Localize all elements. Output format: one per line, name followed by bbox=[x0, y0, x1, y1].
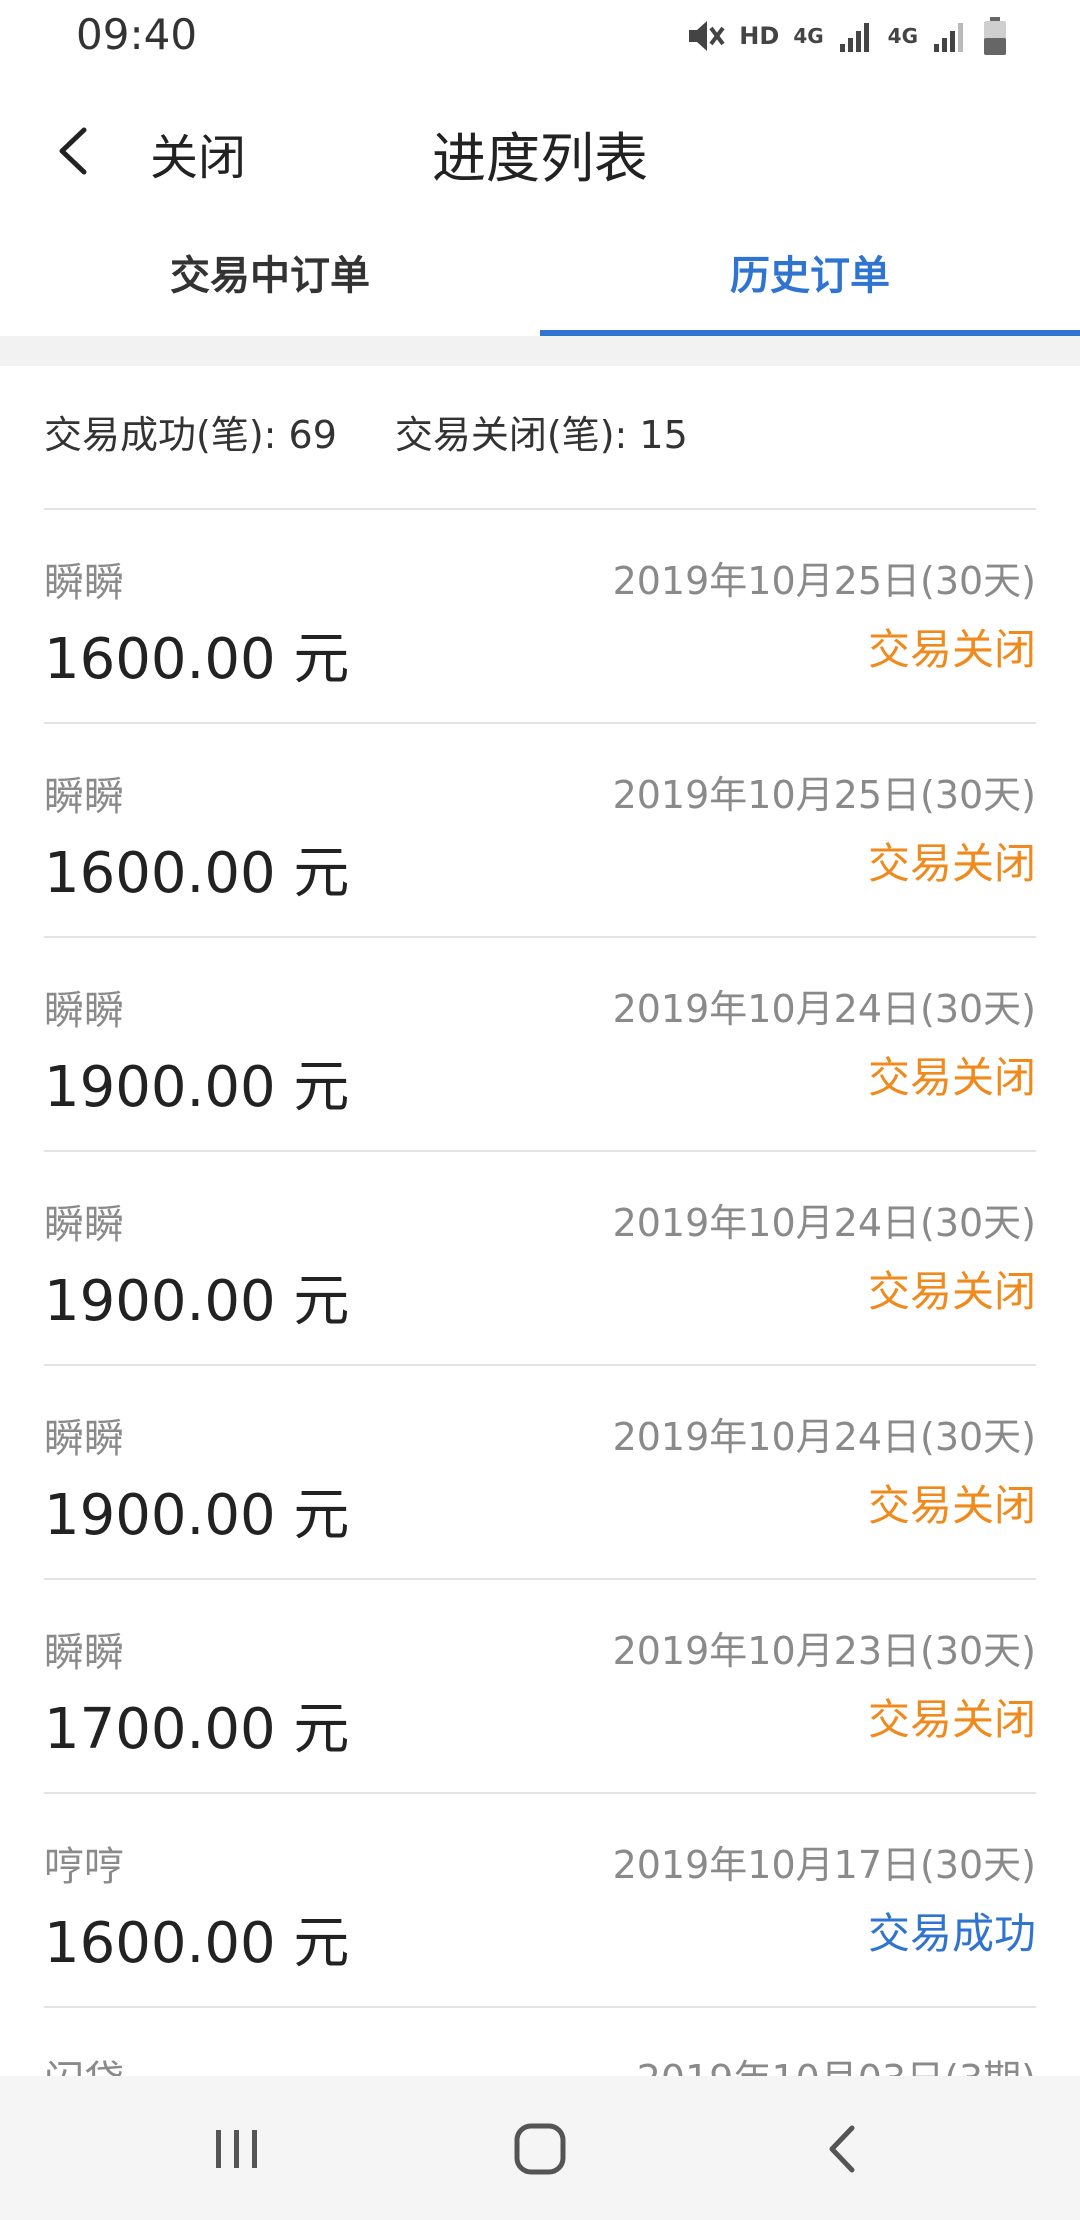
system-back-icon[interactable] bbox=[808, 2114, 878, 2184]
network-label-1: 4G bbox=[793, 24, 824, 48]
order-amount: 1600.00 元 bbox=[44, 841, 350, 906]
order-status: 交易关闭 bbox=[867, 1267, 1036, 1316]
order-list: 瞬瞬 2019年10月25日(30天) 1600.00 元交易关闭 瞬瞬 2019年10… bbox=[44, 510, 1036, 2076]
order-status: 交易关闭 bbox=[867, 1481, 1036, 1530]
order-date: 2019年10月24日(30天) bbox=[612, 1201, 1036, 1245]
mute-icon bbox=[689, 21, 725, 51]
order-borrower: 瞬瞬 bbox=[44, 774, 124, 820]
order-row[interactable]: 瞬瞬 2019年10月23日(30天) 1700.00 元 交易关闭 bbox=[44, 1580, 1036, 1794]
order-status: 交易关闭 bbox=[867, 839, 1036, 888]
order-status: 交易关闭 bbox=[867, 625, 1036, 674]
order-row[interactable]: 瞬瞬 2019年10月25日(30天) 1600.00 元 交易关闭 bbox=[44, 510, 1036, 724]
order-date: 2019年10月25日(30天) bbox=[612, 559, 1036, 603]
order-row[interactable]: 瞬瞬 2019年10月24日(30天) 1900.00 元 交易关闭 bbox=[44, 1366, 1036, 1580]
screen: 09:40 HD 4G 4G 关闭 进度列表 交易中订单 历史订单 交易成功(笔… bbox=[0, 0, 1080, 2220]
order-status: 交易关闭 bbox=[867, 1053, 1036, 1102]
order-borrower: 闪贷 bbox=[44, 2048, 124, 2076]
nav-bar: 关闭 进度列表 bbox=[0, 90, 1080, 210]
status-time: 09:40 bbox=[76, 10, 198, 59]
signal-icon bbox=[839, 23, 869, 52]
order-row[interactable]: 闪贷 2019年10月03日(3期) bbox=[44, 2008, 1036, 2076]
signal-icon bbox=[934, 23, 963, 52]
order-amount: 1900.00 元 bbox=[44, 1269, 350, 1334]
system-nav-bar bbox=[0, 2076, 1080, 2220]
order-borrower: 瞬瞬 bbox=[44, 1416, 124, 1462]
home-icon[interactable] bbox=[505, 2114, 575, 2184]
status-icons: HD 4G 4G bbox=[685, 14, 1008, 58]
order-amount: 1700.00 元 bbox=[44, 1697, 350, 1762]
order-status: 交易成功 bbox=[867, 1909, 1036, 1958]
summary: 交易成功(笔): 69 交易关闭(笔): 15 bbox=[44, 404, 688, 459]
order-date: 2019年10月17日(30天) bbox=[612, 1843, 1036, 1887]
order-row[interactable]: 哼哼 2019年10月17日(30天) 1600.00 元 交易成功 bbox=[44, 1794, 1036, 2008]
order-amount: 1900.00 元 bbox=[44, 1483, 350, 1548]
order-borrower: 哼哼 bbox=[44, 1844, 124, 1890]
order-date: 2019年10月24日(30天) bbox=[612, 987, 1036, 1031]
tab-bar: 交易中订单 历史订单 bbox=[0, 226, 1080, 336]
success-count: 交易成功(笔): 69 bbox=[44, 413, 337, 457]
recent-apps-icon[interactable] bbox=[202, 2114, 272, 2184]
order-amount: 1600.00 元 bbox=[44, 627, 350, 692]
order-amount: 1600.00 元 bbox=[44, 1911, 350, 1976]
page-title: 进度列表 bbox=[432, 127, 648, 190]
order-borrower: 瞬瞬 bbox=[44, 560, 124, 606]
order-date: 2019年10月03日(3期) bbox=[637, 2048, 1036, 2076]
order-date: 2019年10月25日(30天) bbox=[612, 773, 1036, 817]
network-label-2: 4G bbox=[887, 24, 918, 48]
order-date: 2019年10月24日(30天) bbox=[612, 1415, 1036, 1459]
status-bar: 09:40 HD 4G 4G bbox=[0, 0, 1080, 72]
order-row[interactable]: 瞬瞬 2019年10月24日(30天) 1900.00 元 交易关闭 bbox=[44, 1152, 1036, 1366]
order-amount: 1900.00 元 bbox=[44, 1055, 350, 1120]
section-divider bbox=[0, 336, 1080, 366]
order-borrower: 瞬瞬 bbox=[44, 1630, 124, 1676]
order-status: 交易关闭 bbox=[867, 1695, 1036, 1744]
closed-count: 交易关闭(笔): 15 bbox=[394, 413, 688, 457]
order-borrower: 瞬瞬 bbox=[44, 988, 124, 1034]
order-row[interactable]: 瞬瞬 2019年10月25日(30天) 1600.00 元 交易关闭 bbox=[44, 724, 1036, 938]
battery-icon bbox=[984, 17, 1006, 55]
order-row[interactable]: 瞬瞬 2019年10月24日(30天) 1900.00 元 交易关闭 bbox=[44, 938, 1036, 1152]
tab-in-progress-orders[interactable]: 交易中订单 bbox=[0, 226, 540, 336]
order-date: 2019年10月23日(30天) bbox=[612, 1629, 1036, 1673]
hd-label: HD bbox=[739, 22, 780, 50]
order-borrower: 瞬瞬 bbox=[44, 1202, 124, 1248]
tab-history-orders[interactable]: 历史订单 bbox=[540, 226, 1080, 336]
